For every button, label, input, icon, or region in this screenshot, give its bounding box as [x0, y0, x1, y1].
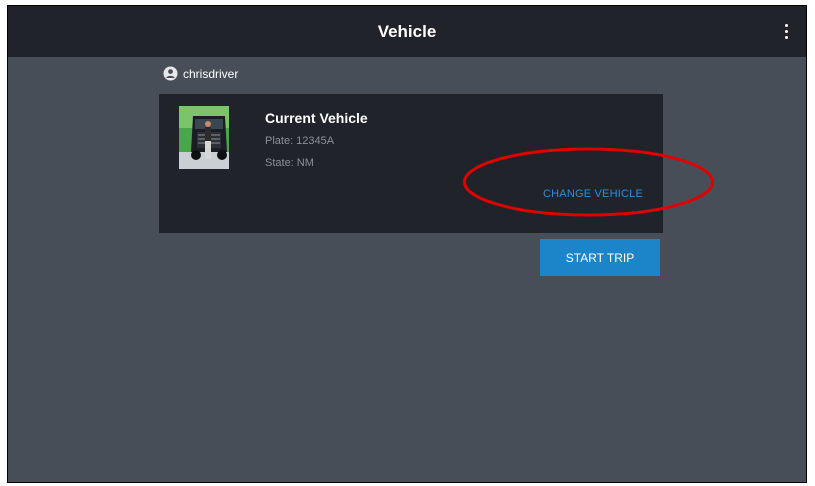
- top-app-bar: Vehicle: [8, 6, 806, 57]
- vehicle-photo: [179, 106, 229, 169]
- account-circle-icon: [163, 66, 178, 81]
- app-window: Vehicle chrisdriver Current Vehicle Plat…: [7, 5, 807, 483]
- start-trip-button[interactable]: START TRIP: [540, 239, 660, 276]
- change-vehicle-button[interactable]: CHANGE VEHICLE: [543, 188, 643, 200]
- plate-text: Plate: 12345A: [265, 135, 335, 147]
- user-info: chrisdriver: [163, 66, 238, 81]
- username: chrisdriver: [183, 66, 239, 81]
- current-vehicle-heading: Current Vehicle: [265, 110, 368, 126]
- state-text: State: NM: [265, 157, 314, 169]
- overflow-menu-icon[interactable]: [778, 20, 794, 42]
- current-vehicle-card: Current Vehicle Plate: 12345A State: NM …: [159, 94, 663, 233]
- page-title: Vehicle: [377, 21, 437, 41]
